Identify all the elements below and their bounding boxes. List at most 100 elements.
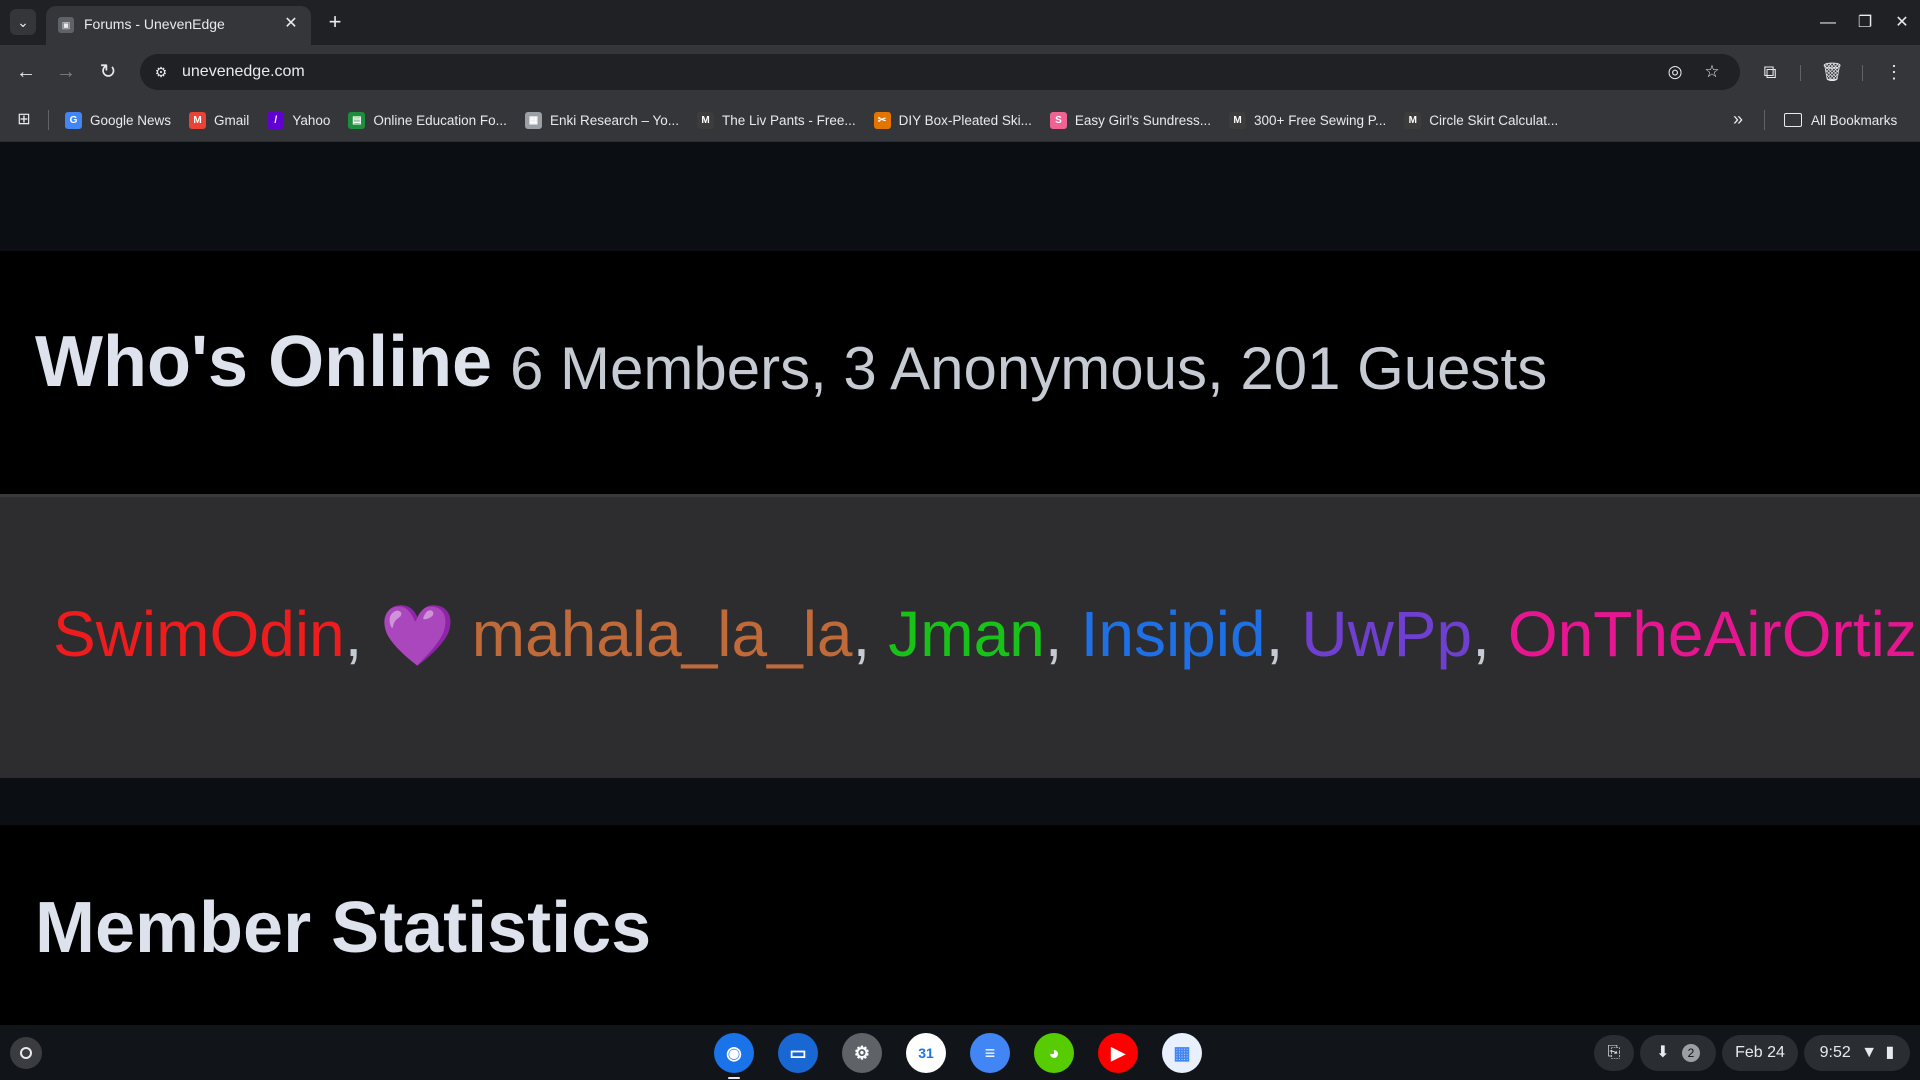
sundress-icon: S bbox=[1049, 111, 1067, 129]
online-members-bar: SwimOdin, 💜 mahala_la_la, Jman, Insipid, UwP… bbox=[0, 494, 1920, 781]
tab-search-button[interactable]: ⌄ bbox=[10, 9, 36, 35]
member-separator: , bbox=[852, 598, 871, 670]
education-icon: ▤ bbox=[348, 111, 366, 129]
member-separator: , bbox=[1472, 598, 1490, 670]
page-gap-band bbox=[0, 778, 1920, 825]
page-content: Who's Online 6 Members, 3 Anonymous, 201… bbox=[0, 142, 1920, 1025]
wifi-icon: ▼ bbox=[1861, 1044, 1878, 1061]
close-icon[interactable]: ✕ bbox=[281, 14, 301, 34]
clipboard-icon[interactable]: ⎘ bbox=[1594, 1035, 1634, 1071]
settings-app-icon[interactable]: ⚙ bbox=[842, 1033, 882, 1073]
extensions-icon[interactable]: ⧉ bbox=[1756, 58, 1784, 86]
status-area[interactable]: 9:52 ▼ ▮ bbox=[1804, 1035, 1910, 1071]
mood-icon: M bbox=[1229, 111, 1247, 129]
bookmark-item[interactable]: ▤ Online Education Fo... bbox=[339, 99, 516, 141]
bookmark-label: The Liv Pants - Free... bbox=[722, 112, 856, 128]
diy-icon: ✂ bbox=[873, 111, 891, 129]
bookmark-label: Easy Girl's Sundress... bbox=[1074, 112, 1212, 128]
eye-off-icon[interactable]: ◎ bbox=[1663, 60, 1687, 84]
bookmark-item[interactable]: S Easy Girl's Sundress... bbox=[1041, 99, 1220, 141]
member-link[interactable]: mahala_la_la bbox=[472, 598, 853, 670]
bookmark-item[interactable]: M 300+ Free Sewing P... bbox=[1220, 99, 1395, 141]
forward-arrow-icon[interactable]: → bbox=[52, 58, 80, 86]
os-shelf: ◉ ▭ ⚙ 31 ≡ ◕ ▶ ▦ ⎘ ⬇ 2 Feb 24 9:52 ▼ ▮ bbox=[0, 1025, 1920, 1080]
apps-grid-icon[interactable]: ⊞ bbox=[12, 108, 36, 132]
forum-favicon-icon: ▣ bbox=[58, 17, 74, 33]
bookmark-label: 300+ Free Sewing P... bbox=[1254, 112, 1387, 128]
clock-time: 9:52 bbox=[1819, 1044, 1851, 1061]
site-info-icon[interactable]: ⚙ bbox=[150, 61, 172, 83]
notification-pill[interactable]: ⬇ 2 bbox=[1640, 1035, 1716, 1071]
url-text[interactable]: unevenedge.com bbox=[182, 63, 305, 81]
duolingo-app-icon[interactable]: ◕ bbox=[1034, 1033, 1074, 1073]
page-top-band bbox=[0, 142, 1920, 251]
launcher-button[interactable] bbox=[10, 1037, 42, 1069]
calendar-day: 31 bbox=[918, 1045, 934, 1061]
star-icon[interactable]: ☆ bbox=[1700, 60, 1724, 84]
battery-icon: ▮ bbox=[1885, 1044, 1895, 1061]
member-separator: , bbox=[1265, 598, 1284, 670]
whos-online-title: Who's Online bbox=[35, 322, 493, 402]
tab-strip: ⌄ ▣ Forums - UnevenEdge ✕ + — ❐ ✕ bbox=[0, 0, 1920, 45]
bookmark-item[interactable]: M The Liv Pants - Free... bbox=[688, 99, 865, 141]
member-statistics-section: Member Statistics bbox=[0, 825, 1920, 1025]
tab-active[interactable]: ▣ Forums - UnevenEdge ✕ bbox=[46, 6, 311, 45]
reload-icon[interactable]: ↻ bbox=[94, 58, 122, 86]
bookmark-label: Enki Research – Yo... bbox=[549, 112, 680, 128]
mood-icon: M bbox=[1404, 111, 1422, 129]
new-tab-button[interactable]: + bbox=[322, 10, 348, 36]
member-link[interactable]: SwimOdin bbox=[53, 598, 345, 670]
chevron-double-right-icon[interactable]: » bbox=[1726, 108, 1750, 132]
bookmark-divider bbox=[48, 110, 49, 130]
all-bookmarks-label: All Bookmarks bbox=[1811, 112, 1898, 128]
bookmark-item[interactable]: ✂ DIY Box-Pleated Ski... bbox=[865, 99, 1041, 141]
gmail-icon: M bbox=[189, 111, 207, 129]
member-link[interactable]: Insipid bbox=[1081, 598, 1266, 670]
toolbar-divider bbox=[1800, 65, 1801, 81]
bookmark-item[interactable]: ▦ Enki Research – Yo... bbox=[516, 99, 688, 141]
bookmark-item[interactable]: / Yahoo bbox=[258, 99, 339, 141]
kebab-menu-icon[interactable]: ⋮ bbox=[1880, 58, 1908, 86]
notification-count: 2 bbox=[1681, 1044, 1700, 1062]
bookmark-item[interactable]: M Gmail bbox=[180, 99, 258, 141]
files-app-icon[interactable]: ▭ bbox=[778, 1033, 818, 1073]
minimize-icon[interactable]: — bbox=[1815, 10, 1841, 36]
bookmark-label: DIY Box-Pleated Ski... bbox=[898, 112, 1032, 128]
calendar-app-icon[interactable]: 31 bbox=[906, 1033, 946, 1073]
bookmark-item[interactable]: M Circle Skirt Calculat... bbox=[1395, 99, 1567, 141]
online-members-list: SwimOdin, 💜 mahala_la_la, Jman, Insipid, UwP… bbox=[53, 597, 1917, 671]
member-link[interactable]: OnTheAirOrtiz bbox=[1508, 598, 1917, 670]
docs-app-icon[interactable]: ≡ bbox=[970, 1033, 1010, 1073]
youtube-app-icon[interactable]: ▶ bbox=[1098, 1033, 1138, 1073]
all-bookmarks-button[interactable]: All Bookmarks bbox=[1784, 99, 1897, 141]
whos-online-section: Who's Online 6 Members, 3 Anonymous, 201… bbox=[0, 251, 1920, 494]
bookmark-label: Circle Skirt Calculat... bbox=[1429, 112, 1559, 128]
chrome-app-icon[interactable]: ◉ bbox=[714, 1033, 754, 1079]
bookmark-item[interactable]: G Google News bbox=[56, 99, 180, 141]
yahoo-icon: / bbox=[267, 111, 285, 129]
back-arrow-icon[interactable]: ← bbox=[12, 58, 40, 86]
folder-icon bbox=[1784, 113, 1802, 127]
bookmark-label: Online Education Fo... bbox=[373, 112, 507, 128]
member-link[interactable]: Jman bbox=[888, 598, 1045, 670]
bookmark-list: G Google News M Gmail / Yahoo ▤ Online Educatio… bbox=[56, 99, 1567, 141]
member-separator: , bbox=[344, 598, 363, 670]
heart-icon: 💜 bbox=[380, 602, 472, 669]
browser-toolbar: ← → ↻ ⚙ unevenedge.com ◎ ☆ ⧉ 🗑 ⋮ bbox=[0, 45, 1920, 99]
close-window-icon[interactable]: ✕ bbox=[1889, 10, 1915, 36]
bookmark-label: Google News bbox=[90, 112, 172, 128]
bookmarks-bar: ⊞ G Google News M Gmail / Yahoo ▤ Online Educat… bbox=[0, 99, 1920, 142]
mood-icon: M bbox=[697, 111, 715, 129]
member-link[interactable]: UwPp bbox=[1301, 598, 1472, 670]
date-button[interactable]: Feb 24 bbox=[1722, 1035, 1798, 1071]
restore-icon[interactable]: ❐ bbox=[1852, 10, 1878, 36]
tab-title: Forums - UnevenEdge bbox=[84, 16, 225, 32]
web-app-icon[interactable]: ▦ bbox=[1162, 1033, 1202, 1073]
trash-icon[interactable]: 🗑 bbox=[1818, 58, 1846, 86]
bookmark-label: Yahoo bbox=[292, 112, 331, 128]
google-news-icon: G bbox=[65, 111, 82, 129]
download-icon: ⬇ bbox=[1656, 1044, 1670, 1061]
running-indicator bbox=[728, 1077, 740, 1079]
bookmark-divider bbox=[1764, 110, 1765, 130]
address-bar[interactable]: ⚙ unevenedge.com ◎ ☆ bbox=[140, 54, 1740, 90]
